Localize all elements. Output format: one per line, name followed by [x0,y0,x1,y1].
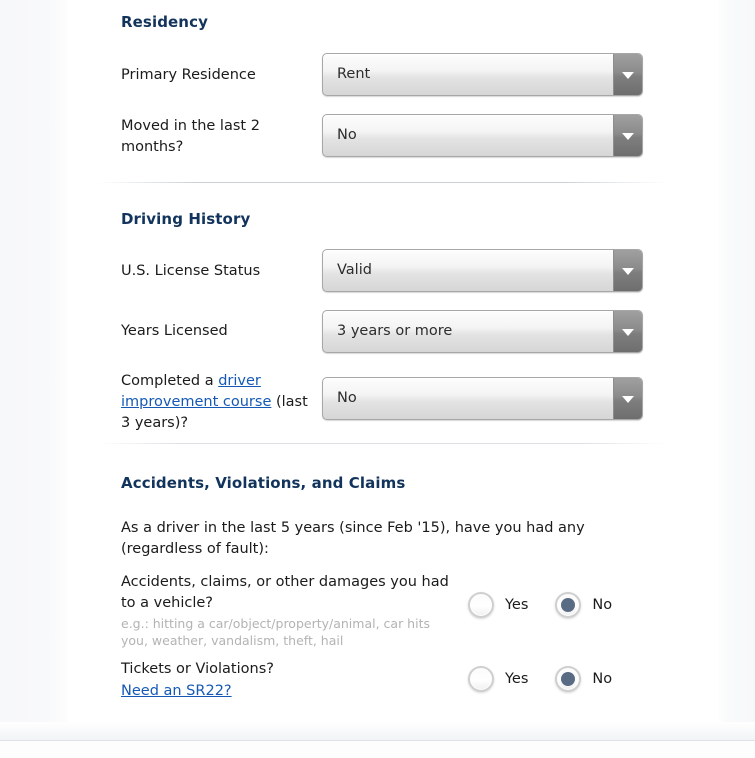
field-label-years-licensed: Years Licensed [121,323,228,339]
chevron-down-icon[interactable] [613,54,642,95]
select-moved-recently-value: No [337,127,357,143]
section-divider-1 [96,182,666,183]
radio-label-accidents-damages-yes: Yes [505,597,529,613]
section-title-residency: Residency [121,13,208,31]
select-primary-residence-value: Rent [337,66,371,82]
section-title-accidents: Accidents, Violations, and Claims [121,474,406,492]
radio-option-tickets-violations-no[interactable]: No [555,666,612,692]
radio-option-accidents-damages-yes[interactable]: Yes [468,592,528,618]
question-accidents-damages: Accidents, claims, or other damages you … [121,572,451,649]
radio-option-accidents-damages-no[interactable]: No [555,592,612,618]
footer-shade [0,722,755,740]
form-page: Residency Primary Residence Rent Moved i… [0,0,755,758]
question-accidents-damages-text: Accidents, claims, or other damages you … [121,574,449,611]
select-years-licensed[interactable]: 3 years or more [322,310,643,353]
footer-area [0,741,755,758]
radio-accidents-damages-yes[interactable] [468,592,494,618]
select-license-status-value: Valid [337,262,372,278]
radio-group-accidents-damages: Yes No [468,592,612,618]
select-primary-residence[interactable]: Rent [322,53,643,96]
field-label-driver-improvement-course: Completed a driver improvement course (l… [121,371,311,434]
label-prefix: Completed a [121,373,219,389]
radio-label-tickets-violations-yes: Yes [505,671,529,687]
chevron-down-icon[interactable] [613,378,642,419]
radio-tickets-violations-yes[interactable] [468,666,494,692]
question-tickets-violations: Tickets or Violations? Need an SR22? [121,659,451,702]
select-driver-improvement-course-value: No [337,390,357,406]
select-years-licensed-value: 3 years or more [337,323,453,339]
question-accidents-damages-hint: e.g.: hitting a car/object/property/anim… [121,616,430,648]
chevron-down-icon[interactable] [613,250,642,291]
field-label-license-status: U.S. License Status [121,263,261,279]
radio-label-accidents-damages-no: No [592,597,613,613]
page-left-gutter [0,0,68,758]
radio-tickets-violations-no[interactable] [555,666,582,692]
page-right-gutter [718,0,755,758]
field-label-primary-residence: Primary Residence [121,67,256,83]
field-label-moved-recently: Moved in the last 2 months? [121,118,260,155]
question-tickets-violations-text: Tickets or Violations? [121,661,274,677]
accidents-intro-text: As a driver in the last 5 years (since F… [121,520,585,557]
radio-accidents-damages-no[interactable] [555,592,582,618]
radio-label-tickets-violations-no: No [592,671,613,687]
select-moved-recently[interactable]: No [322,114,643,157]
section-title-driving-history: Driving History [121,210,251,228]
section-divider-2 [96,443,666,444]
radio-group-tickets-violations: Yes No [468,666,612,692]
chevron-down-icon[interactable] [613,311,642,352]
select-driver-improvement-course[interactable]: No [322,377,643,420]
chevron-down-icon[interactable] [613,115,642,156]
need-an-sr22-link[interactable]: Need an SR22? [121,683,232,699]
select-license-status[interactable]: Valid [322,249,643,292]
radio-option-tickets-violations-yes[interactable]: Yes [468,666,528,692]
